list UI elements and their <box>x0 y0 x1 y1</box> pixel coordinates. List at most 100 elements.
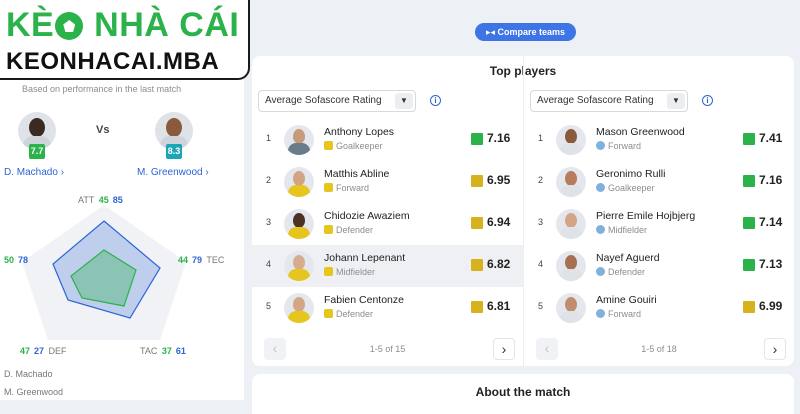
chevron-right-icon: › <box>60 167 65 178</box>
player-avatar <box>556 209 586 239</box>
brand-line-2: KEONHACAI.MBA <box>6 48 220 75</box>
team-badge-icon <box>324 141 333 150</box>
player-name: Fabien Centonze <box>324 294 404 306</box>
player-a-name: D. Machado <box>4 167 58 178</box>
rating-indicator <box>743 301 755 313</box>
player-rating: 6.82 <box>487 257 511 271</box>
player-a-rating-badge: 7.7 <box>29 144 45 159</box>
team-badge-icon <box>596 141 605 150</box>
vs-label: Vs <box>96 124 110 136</box>
rating-indicator <box>743 133 755 145</box>
player-row[interactable]: 3 Chidozie Awaziem Defender 6.94 <box>252 203 523 245</box>
chevron-right-icon: › <box>772 341 778 357</box>
team-badge-icon <box>596 267 605 276</box>
player-rating: 7.13 <box>759 257 783 271</box>
player-position: Defender <box>596 267 645 277</box>
player-b-rating-badge: 8.3 <box>166 144 182 159</box>
pagination-text: 1-5 of 18 <box>641 344 677 354</box>
player-row[interactable]: 5 Fabien Centonze Defender 6.81 <box>252 287 523 329</box>
team-badge-icon <box>324 267 333 276</box>
rating-indicator <box>471 175 483 187</box>
next-page-button[interactable]: › <box>764 338 786 360</box>
about-match-title: About the match <box>475 385 571 399</box>
rating-indicator <box>471 133 483 145</box>
rating-indicator <box>743 259 755 271</box>
player-position: Goalkeeper <box>324 141 383 151</box>
player-name: Pierre Emile Hojbjerg <box>596 210 696 222</box>
player-position: Defender <box>324 309 373 319</box>
player-b-name: M. Greenwood <box>137 167 203 178</box>
player-row[interactable]: 4 Johann Lepenant Midfielder 6.82 <box>252 245 523 287</box>
player-avatar <box>284 293 314 323</box>
team-badge-icon <box>596 183 605 192</box>
stat-left: 50 78 <box>4 255 29 265</box>
team-badge-icon <box>324 309 333 318</box>
player-name: Mason Greenwood <box>596 126 685 138</box>
player-avatar <box>284 125 314 155</box>
player-name: Johann Lepenant <box>324 252 406 264</box>
player-position: Defender <box>324 225 373 235</box>
player-position: Forward <box>596 309 641 319</box>
rating-indicator <box>471 217 483 229</box>
player-avatar <box>556 125 586 155</box>
chevron-down-icon: ▼ <box>667 93 685 109</box>
rating-dropdown[interactable]: Average Sofascore Rating ▼ <box>258 90 416 112</box>
info-icon[interactable]: i <box>702 95 713 106</box>
player-avatar <box>284 209 314 239</box>
player-avatar <box>284 251 314 281</box>
pagination-text: 1-5 of 15 <box>369 344 406 354</box>
stat-tec: 44 79 TEC <box>178 255 225 265</box>
top-players-away-column: Average Sofascore Rating ▼ i 1 Mason Gre… <box>523 56 794 366</box>
player-avatar <box>556 251 586 281</box>
player-b-link[interactable]: M. Greenwood › <box>137 167 209 178</box>
top-players-home-column: Average Sofascore Rating ▼ i 1 Anthony L… <box>252 56 523 366</box>
player-a-link[interactable]: D. Machado › <box>4 167 64 178</box>
player-name: Nayef Aguerd <box>596 252 660 264</box>
chevron-right-icon: › <box>205 167 209 178</box>
stat-def: 47 27 DEF <box>20 346 67 356</box>
rating-indicator <box>743 217 755 229</box>
player-row[interactable]: 4 Nayef Aguerd Defender 7.13 <box>524 245 795 287</box>
team-badge-icon <box>596 225 605 234</box>
next-page-button[interactable]: › <box>493 338 515 360</box>
player-position: Midfielder <box>596 225 647 235</box>
player-rating: 6.81 <box>487 299 511 313</box>
player-rating: 7.14 <box>759 215 783 229</box>
player-name: Anthony Lopes <box>324 126 395 138</box>
player-position: Midfielder <box>324 267 375 277</box>
player-row[interactable]: 1 Anthony Lopes Goalkeeper 7.16 <box>252 119 523 161</box>
player-name: Chidozie Awaziem <box>324 210 410 222</box>
player-rating: 7.16 <box>759 173 783 187</box>
info-icon[interactable]: i <box>430 95 441 106</box>
compare-icon: ▸◂ <box>485 27 498 37</box>
rating-indicator <box>743 175 755 187</box>
player-rating: 6.95 <box>487 173 511 187</box>
player-position: Forward <box>596 141 641 151</box>
player-rating: 7.16 <box>487 131 511 145</box>
player-rating: 6.94 <box>487 215 511 229</box>
performance-note: Based on performance in the last match <box>22 84 182 94</box>
player-row[interactable]: 2 Matthis Abline Forward 6.95 <box>252 161 523 203</box>
brand-line-1: KÈ NHÀ CÁI <box>6 6 240 44</box>
stat-tac: TAC 37 61 <box>140 346 186 356</box>
top-players-panel: Top players Average Sofascore Rating ▼ i… <box>252 56 794 366</box>
brand-logo: KÈ NHÀ CÁI KEONHACAI.MBA <box>0 0 250 80</box>
football-icon <box>55 12 84 40</box>
player-name: Amine Gouiri <box>596 294 657 306</box>
chevron-down-icon: ▼ <box>395 93 413 109</box>
player-row[interactable]: 1 Mason Greenwood Forward 7.41 <box>524 119 795 161</box>
attribute-radar-chart <box>22 205 186 340</box>
legend-player-a: D. Machado <box>4 369 53 379</box>
stat-att: ATT 45 85 <box>78 195 123 205</box>
rating-dropdown[interactable]: Average Sofascore Rating ▼ <box>530 90 688 112</box>
player-row[interactable]: 5 Amine Gouiri Forward 6.99 <box>524 287 795 329</box>
rating-indicator <box>471 301 483 313</box>
player-row[interactable]: 3 Pierre Emile Hojbjerg Midfielder 7.14 <box>524 203 795 245</box>
legend-player-b: M. Greenwood <box>4 387 64 397</box>
compare-teams-button[interactable]: ▸◂ Compare teams <box>475 23 576 41</box>
player-avatar <box>556 167 586 197</box>
player-rating: 6.99 <box>759 299 783 313</box>
chevron-right-icon: › <box>501 341 507 357</box>
team-badge-icon <box>596 309 605 318</box>
player-row[interactable]: 2 Geronimo Rulli Goalkeeper 7.16 <box>524 161 795 203</box>
